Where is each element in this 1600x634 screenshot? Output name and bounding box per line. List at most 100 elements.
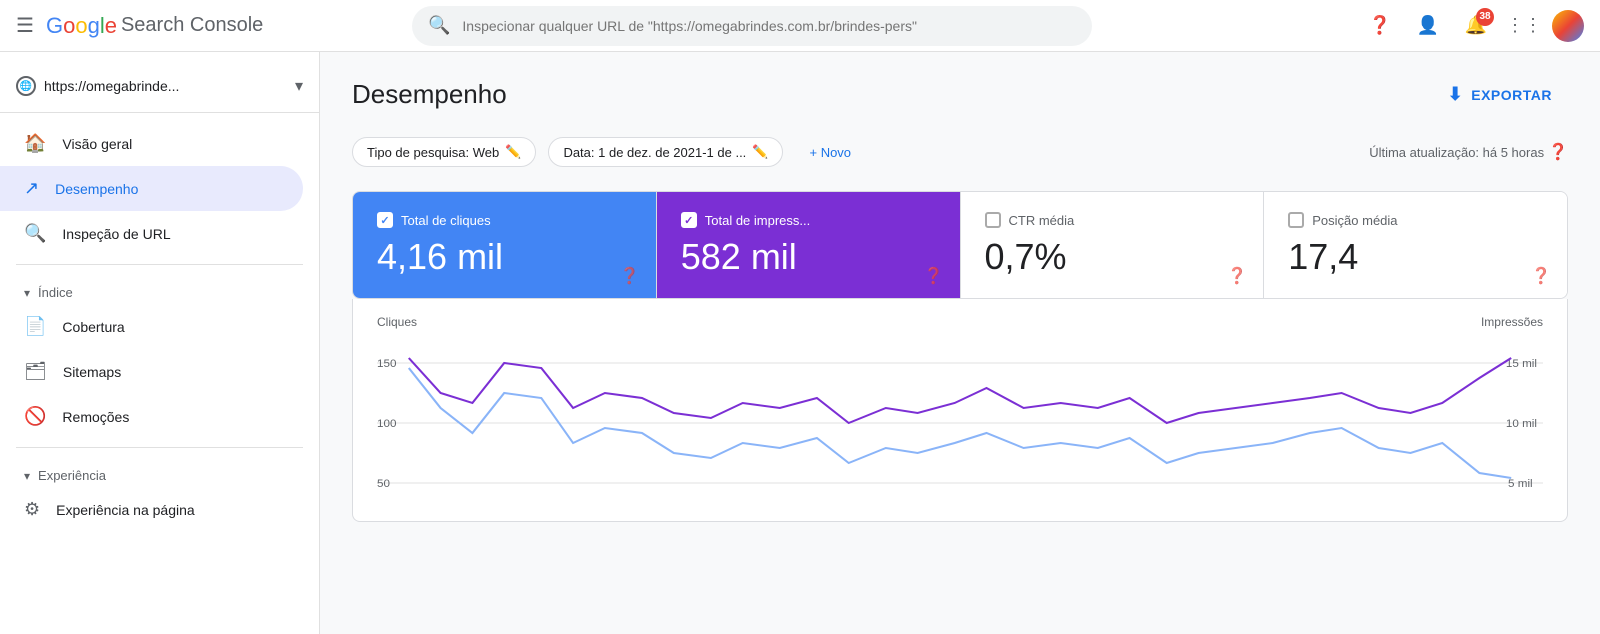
chart-area: 150 100 50 15 mil 10 mil 5 mil bbox=[377, 333, 1543, 513]
removals-icon: 🚫 bbox=[24, 406, 46, 427]
add-filter-label: + Novo bbox=[809, 145, 851, 160]
search-nav-icon: 🔍 bbox=[24, 223, 46, 244]
metric-card-position[interactable]: Posição média 17,4 ❓ bbox=[1264, 192, 1567, 298]
metric-checkbox-clicks[interactable] bbox=[377, 212, 393, 228]
metric-value-clicks: 4,16 mil bbox=[377, 236, 632, 278]
site-selector[interactable]: 🌐 https://omegabrinde... ▾ bbox=[0, 68, 319, 113]
avatar[interactable] bbox=[1552, 10, 1584, 42]
download-icon: ⬇ bbox=[1448, 84, 1464, 105]
experience-icon: ⚙ bbox=[24, 499, 40, 520]
sidebar-item-label: Desempenho bbox=[55, 181, 138, 197]
metric-card-impressions[interactable]: Total de impress... 582 mil ❓ bbox=[657, 192, 961, 298]
y-tick-5mil: 5 mil bbox=[1508, 478, 1533, 490]
content-header: Desempenho ⬇ EXPORTAR bbox=[352, 76, 1568, 113]
help-icon[interactable]: ❓ bbox=[924, 266, 944, 286]
metrics-row: Total de cliques 4,16 mil ❓ Total de imp… bbox=[352, 191, 1568, 299]
date-range-filter[interactable]: Data: 1 de dez. de 2021-1 de ... ✏️ bbox=[548, 137, 783, 167]
help-icon[interactable]: ❓ bbox=[1227, 266, 1247, 286]
metric-header: Total de cliques bbox=[377, 212, 632, 228]
section-label: Experiência bbox=[38, 468, 106, 483]
help-button[interactable]: ❓ bbox=[1360, 6, 1400, 46]
y-tick-150: 150 bbox=[377, 358, 396, 370]
y-tick-100: 100 bbox=[377, 418, 396, 430]
sitemaps-icon: 🗂 bbox=[24, 361, 47, 382]
index-section-header[interactable]: ▾ Índice bbox=[0, 273, 319, 304]
experience-section-header[interactable]: ▾ Experiência bbox=[0, 456, 319, 487]
topbar-right: ❓ 👤 🔔 38 ⋮⋮ bbox=[1360, 6, 1584, 46]
sidebar: 🌐 https://omegabrinde... ▾ 🏠 Visão geral… bbox=[0, 52, 320, 634]
home-icon: 🏠 bbox=[24, 133, 46, 154]
chart-container: Cliques Impressões 150 100 50 15 mil 10 … bbox=[352, 299, 1568, 522]
sidebar-item-label: Sitemaps bbox=[63, 364, 121, 380]
chevron-icon: ▾ bbox=[24, 469, 30, 483]
metric-card-clicks[interactable]: Total de cliques 4,16 mil ❓ bbox=[353, 192, 657, 298]
nav-divider-2 bbox=[16, 447, 303, 448]
performance-chart: 150 100 50 15 mil 10 mil 5 mil bbox=[377, 333, 1543, 513]
account-icon: 👤 bbox=[1417, 15, 1439, 36]
account-settings-button[interactable]: 👤 bbox=[1408, 6, 1448, 46]
site-url: https://omegabrinde... bbox=[44, 78, 287, 94]
notification-count: 38 bbox=[1476, 8, 1494, 26]
add-filter-button[interactable]: + Novo bbox=[795, 139, 865, 166]
sidebar-item-label: Visão geral bbox=[62, 136, 132, 152]
filter-label: Tipo de pesquisa: Web bbox=[367, 145, 499, 160]
section-label: Índice bbox=[38, 285, 73, 300]
metric-label: Total de cliques bbox=[401, 213, 491, 228]
sidebar-item-sitemaps[interactable]: 🗂 Sitemaps bbox=[0, 349, 303, 394]
last-update-info: Última atualização: há 5 horas ❓ bbox=[1369, 142, 1568, 162]
main-content: Desempenho ⬇ EXPORTAR Tipo de pesquisa: … bbox=[320, 52, 1600, 634]
y-tick-10mil: 10 mil bbox=[1506, 418, 1537, 430]
sidebar-item-overview[interactable]: 🏠 Visão geral bbox=[0, 121, 303, 166]
sidebar-item-page-experience[interactable]: ⚙ Experiência na página bbox=[0, 487, 303, 532]
y-tick-50: 50 bbox=[377, 478, 390, 490]
metric-header: Total de impress... bbox=[681, 212, 936, 228]
metric-card-ctr[interactable]: CTR média 0,7% ❓ bbox=[961, 192, 1265, 298]
metric-value-position: 17,4 bbox=[1288, 236, 1543, 278]
nav-divider-1 bbox=[16, 264, 303, 265]
main-layout: 🌐 https://omegabrinde... ▾ 🏠 Visão geral… bbox=[0, 52, 1600, 634]
metric-value-impressions: 582 mil bbox=[681, 236, 936, 278]
sidebar-item-label: Inspeção de URL bbox=[62, 226, 170, 242]
export-label: EXPORTAR bbox=[1471, 87, 1552, 103]
metric-header: CTR média bbox=[985, 212, 1240, 228]
sidebar-item-performance[interactable]: ↗ Desempenho bbox=[0, 166, 303, 211]
apps-button[interactable]: ⋮⋮ bbox=[1504, 6, 1544, 46]
help-icon[interactable]: ❓ bbox=[1531, 266, 1551, 286]
sidebar-item-label: Cobertura bbox=[62, 319, 124, 335]
search-icon: 🔍 bbox=[428, 15, 450, 36]
help-icon[interactable]: ❓ bbox=[620, 266, 640, 286]
metric-checkbox-impressions[interactable] bbox=[681, 212, 697, 228]
help-icon[interactable]: ❓ bbox=[1548, 142, 1568, 162]
sidebar-item-url-inspection[interactable]: 🔍 Inspeção de URL bbox=[0, 211, 303, 256]
chart-y-label-left: Cliques bbox=[377, 315, 417, 329]
sidebar-item-coverage[interactable]: 📄 Cobertura bbox=[0, 304, 303, 349]
chevron-down-icon: ▾ bbox=[295, 76, 303, 96]
search-input[interactable] bbox=[462, 18, 1076, 34]
impressions-line bbox=[409, 358, 1511, 423]
filter-bar: Tipo de pesquisa: Web ✏️ Data: 1 de dez.… bbox=[352, 137, 1568, 167]
menu-icon[interactable]: ☰ bbox=[16, 13, 34, 38]
metric-checkbox-ctr[interactable] bbox=[985, 212, 1001, 228]
sidebar-item-removals[interactable]: 🚫 Remoções bbox=[0, 394, 303, 439]
sidebar-item-label: Experiência na página bbox=[56, 502, 195, 518]
metric-label: Total de impress... bbox=[705, 213, 811, 228]
notifications-button[interactable]: 🔔 38 bbox=[1456, 6, 1496, 46]
logo: Google Search Console bbox=[46, 13, 263, 39]
metric-header: Posição média bbox=[1288, 212, 1543, 228]
export-button[interactable]: ⬇ EXPORTAR bbox=[1432, 76, 1568, 113]
search-bar[interactable]: 🔍 bbox=[412, 6, 1092, 46]
file-icon: 📄 bbox=[24, 316, 46, 337]
y-tick-15mil: 15 mil bbox=[1506, 358, 1537, 370]
metric-checkbox-position[interactable] bbox=[1288, 212, 1304, 228]
sidebar-item-label: Remoções bbox=[62, 409, 129, 425]
topbar-left: ☰ Google Search Console bbox=[16, 13, 396, 39]
trending-icon: ↗ bbox=[24, 178, 39, 199]
edit-icon: ✏️ bbox=[505, 144, 521, 160]
help-icon: ❓ bbox=[1369, 15, 1391, 36]
page-title: Desempenho bbox=[352, 79, 507, 110]
chevron-icon: ▾ bbox=[24, 286, 30, 300]
metric-value-ctr: 0,7% bbox=[985, 236, 1240, 278]
search-type-filter[interactable]: Tipo de pesquisa: Web ✏️ bbox=[352, 137, 536, 167]
product-name: Search Console bbox=[121, 14, 263, 37]
topbar: ☰ Google Search Console 🔍 ❓ 👤 🔔 38 ⋮⋮ bbox=[0, 0, 1600, 52]
